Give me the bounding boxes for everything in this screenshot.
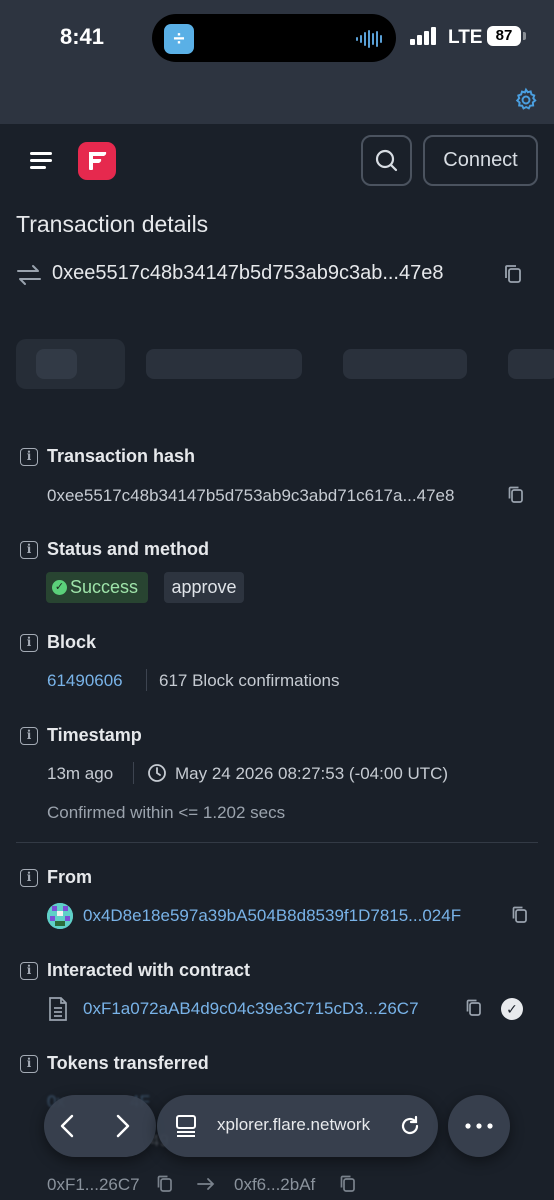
- copy-icon[interactable]: [504, 264, 522, 284]
- reload-icon[interactable]: [398, 1114, 422, 1138]
- back-arrow-icon[interactable]: [56, 1112, 80, 1140]
- tx-hash-label: Transaction hash: [47, 446, 196, 466]
- divider: [133, 762, 134, 784]
- calculator-app-icon: ÷: [164, 24, 194, 54]
- battery-icon: 87: [487, 26, 521, 46]
- token-from-address[interactable]: 0xF1...26C7: [47, 1175, 140, 1195]
- tab-skeleton[interactable]: [508, 349, 554, 379]
- gear-icon[interactable]: [513, 87, 539, 113]
- tab-skeleton-active[interactable]: [16, 339, 125, 389]
- timestamp-label: Timestamp: [47, 725, 142, 745]
- tx-hash-title: 0xee5517c48b34147b5d753ab9c3ab...47e8: [52, 262, 444, 284]
- identicon: [47, 903, 73, 929]
- arrow-right-icon: [197, 1178, 215, 1190]
- token-to-address[interactable]: 0xf6...2bAf: [234, 1175, 315, 1195]
- block-number-link[interactable]: 61490606: [47, 671, 123, 691]
- more-button[interactable]: [448, 1095, 510, 1157]
- timestamp-confirmed: Confirmed within <= 1.202 secs: [47, 803, 286, 822]
- tab-skeleton[interactable]: [146, 349, 302, 379]
- clock-icon: [148, 764, 166, 782]
- signal-icon: [410, 27, 436, 45]
- flare-logo-mark: [89, 152, 107, 170]
- block-label: Block: [47, 632, 97, 652]
- site-header: Connect: [0, 124, 554, 200]
- info-icon[interactable]: i: [20, 541, 38, 559]
- check-circle-icon: ✓: [52, 580, 67, 595]
- network-type: LTE: [448, 27, 483, 48]
- status-value: Success: [70, 577, 139, 597]
- page-title: Transaction details: [16, 211, 209, 237]
- search-button[interactable]: [361, 135, 412, 186]
- timestamp-ago: 13m ago: [47, 764, 114, 783]
- top-banner: [0, 76, 554, 124]
- flare-logo[interactable]: [78, 142, 116, 180]
- check-circle-icon: ✓: [501, 998, 523, 1020]
- copy-icon[interactable]: [340, 1175, 356, 1193]
- copy-icon[interactable]: [512, 906, 528, 924]
- info-icon[interactable]: i: [20, 634, 38, 652]
- connect-button[interactable]: Connect: [423, 135, 538, 186]
- info-icon[interactable]: i: [20, 727, 38, 745]
- copy-icon[interactable]: [508, 486, 524, 504]
- tab-skeleton[interactable]: [343, 349, 467, 379]
- from-label: From: [47, 867, 92, 887]
- copy-icon[interactable]: [466, 999, 482, 1017]
- search-icon: [375, 149, 398, 172]
- contract-address-link[interactable]: 0xF1a072aAB4d9c04c39e3C715cD3...26C7: [83, 999, 419, 1019]
- tokens-label: Tokens transferred: [47, 1053, 209, 1073]
- dynamic-island: ÷: [152, 14, 396, 62]
- status-bar: 8:41 ÷ LTE 87: [0, 0, 554, 76]
- info-icon[interactable]: i: [20, 1055, 38, 1073]
- block-confirmations: 617 Block confirmations: [159, 671, 340, 690]
- copy-icon[interactable]: [157, 1175, 173, 1193]
- tabs-icon[interactable]: [175, 1114, 197, 1138]
- divider: [146, 669, 147, 691]
- hamburger-icon[interactable]: [30, 152, 54, 170]
- status-time: 8:41: [60, 24, 105, 49]
- status-badge: ✓ Success: [46, 572, 148, 603]
- info-icon[interactable]: i: [20, 869, 38, 887]
- contract-label: Interacted with contract: [47, 960, 251, 980]
- info-icon[interactable]: i: [20, 962, 38, 980]
- section-divider: [16, 842, 538, 843]
- swap-arrows-icon: [17, 265, 41, 285]
- timestamp-datetime: May 24 2026 08:27:53 (-04:00 UTC): [175, 764, 449, 783]
- address-bar[interactable]: xplorer.flare.network: [157, 1095, 438, 1157]
- document-icon: [49, 997, 67, 1021]
- forward-arrow-icon[interactable]: [110, 1112, 134, 1140]
- tx-hash-value: 0xee5517c48b34147b5d753ab9c3abd71c617a..…: [47, 486, 455, 505]
- info-icon[interactable]: i: [20, 448, 38, 466]
- tab-skeleton-label: [36, 349, 77, 379]
- browser-nav-group: [44, 1095, 156, 1157]
- status-label: Status and method: [47, 539, 210, 559]
- from-address-link[interactable]: 0x4D8e18e597a39bA504B8d8539f1D7815...024…: [83, 906, 461, 926]
- url-text[interactable]: xplorer.flare.network: [217, 1115, 370, 1135]
- method-badge: approve: [164, 572, 244, 603]
- tx-hash-header: 0xee5517c48b34147b5d753ab9c3ab...47e8: [16, 260, 546, 290]
- address-avatar: [47, 903, 73, 929]
- more-dots-icon: [465, 1123, 493, 1129]
- battery-tip: [523, 32, 526, 40]
- audio-wave-icon: [356, 30, 382, 48]
